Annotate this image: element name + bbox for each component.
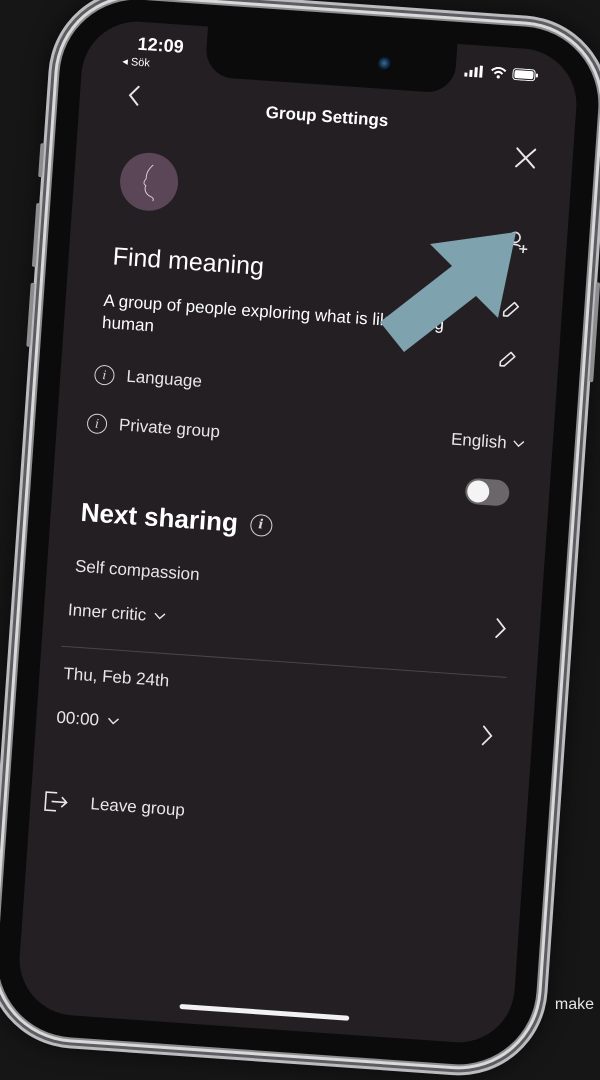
exit-door-icon <box>44 791 68 812</box>
next-sharing-heading: Next sharing i <box>80 497 273 541</box>
date-chevron-right-icon[interactable] <box>479 723 495 748</box>
next-sharing-info-icon[interactable]: i <box>249 513 273 537</box>
sharing-subtopic-value: Inner critic <box>67 600 147 625</box>
private-group-toggle[interactable] <box>464 477 511 507</box>
phone-frame: 12:09 ◂ Sök Group Settings Find meaning … <box>0 0 600 1070</box>
group-description: A group of people exploring what is like… <box>101 290 445 336</box>
private-group-label: Private group <box>118 415 221 442</box>
home-indicator <box>179 1003 350 1021</box>
topic-chevron-right-icon[interactable] <box>493 616 509 641</box>
language-select[interactable]: English <box>450 429 525 454</box>
status-back-link[interactable]: ◂ Sök <box>122 55 150 70</box>
leave-group-button[interactable]: Leave group <box>42 789 186 823</box>
next-sharing-title: Next sharing <box>79 496 240 538</box>
language-value: English <box>450 429 508 453</box>
private-info-icon[interactable]: i <box>86 413 108 435</box>
volume-up-button <box>31 202 41 268</box>
signal-icon <box>464 65 483 78</box>
toggle-knob <box>466 479 491 504</box>
stage: 12:09 ◂ Sök Group Settings Find meaning … <box>0 0 600 1080</box>
page-title: Group Settings <box>265 102 389 131</box>
sharing-subtopic-select[interactable]: Inner critic <box>67 600 167 627</box>
sharing-time-value: 00:00 <box>55 707 100 730</box>
app-screen: 12:09 ◂ Sök Group Settings Find meaning … <box>15 17 581 1047</box>
camera-icon <box>377 56 393 72</box>
sharing-date: Thu, Feb 24th <box>62 664 170 691</box>
group-avatar[interactable] <box>118 150 181 213</box>
status-time: 12:09 <box>136 33 185 57</box>
leave-group-label: Leave group <box>89 794 186 820</box>
volume-down-button <box>26 282 35 347</box>
face-profile-icon <box>143 164 154 202</box>
chevron-down-icon <box>107 717 119 725</box>
battery-icon <box>512 68 538 82</box>
language-row[interactable]: i Language <box>93 364 203 391</box>
chevron-down-icon <box>513 440 525 448</box>
chevron-down-icon <box>154 612 166 620</box>
trailing-caption: make <box>554 996 594 1013</box>
add-user-icon[interactable] <box>504 230 530 256</box>
notch <box>204 24 458 94</box>
private-group-row: i Private group <box>86 413 221 442</box>
edit-name-pencil-icon[interactable] <box>499 298 522 321</box>
silent-switch <box>38 143 45 178</box>
sharing-topic: Self compassion <box>74 556 201 585</box>
sharing-time-select[interactable]: 00:00 <box>56 708 120 732</box>
power-button <box>589 282 600 383</box>
edit-description-pencil-icon[interactable] <box>496 347 519 370</box>
wifi-icon <box>491 66 507 79</box>
group-name: Find meaning <box>111 242 265 281</box>
close-icon[interactable] <box>514 146 537 169</box>
status-icons <box>464 65 539 82</box>
language-info-icon[interactable]: i <box>93 364 116 386</box>
language-label: Language <box>125 366 203 391</box>
